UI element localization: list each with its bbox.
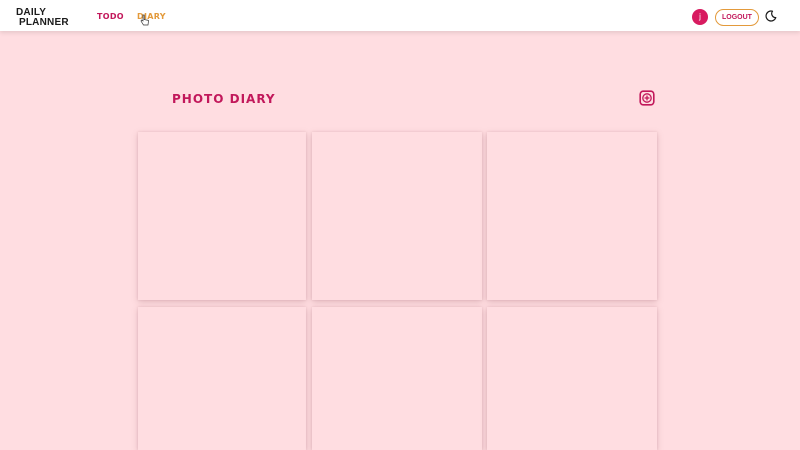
add-photo-icon[interactable] — [639, 90, 655, 106]
photo-card[interactable] — [487, 307, 657, 450]
logout-button[interactable]: LOGOUT — [715, 9, 759, 26]
page-title: PHOTO DIARY — [172, 92, 276, 106]
nav-todo-link[interactable]: TODO — [97, 12, 124, 21]
photo-card[interactable] — [312, 307, 482, 450]
photo-card[interactable] — [138, 307, 306, 450]
user-avatar[interactable]: j — [692, 9, 708, 25]
pointer-cursor-icon — [140, 14, 149, 26]
app-logo[interactable]: DAILY PLANNER — [16, 8, 69, 28]
brand-line-2: PLANNER — [19, 17, 69, 28]
photo-card[interactable] — [487, 132, 657, 300]
moon-icon[interactable] — [765, 10, 777, 22]
photo-card[interactable] — [138, 132, 306, 300]
photo-card[interactable] — [312, 132, 482, 300]
top-navbar: DAILY PLANNER TODO DIARY j LOGOUT — [0, 0, 800, 31]
